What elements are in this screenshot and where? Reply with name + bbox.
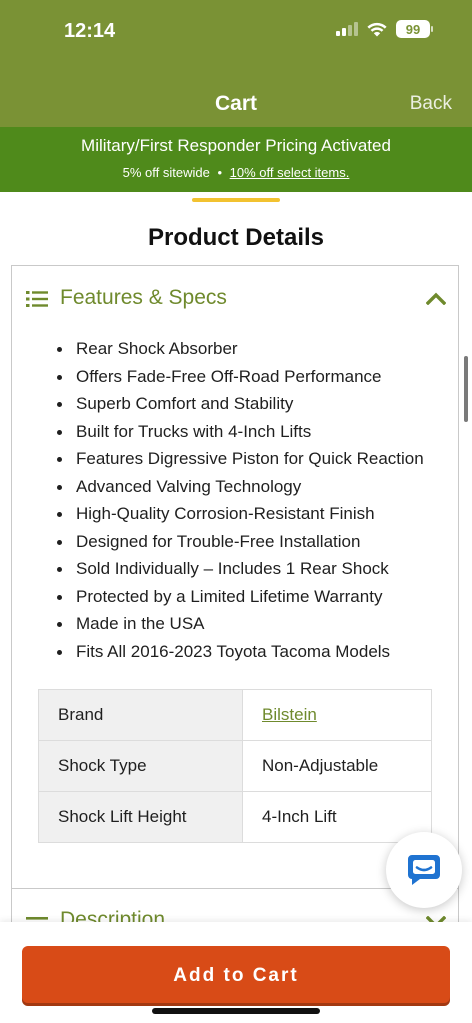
- status-icons: 99: [336, 20, 433, 38]
- features-list: Rear Shock Absorber Offers Fade-Free Off…: [57, 335, 424, 666]
- list-item: Made in the USA: [57, 610, 424, 638]
- wifi-icon: [367, 22, 387, 37]
- features-header-label: Features & Specs: [60, 286, 227, 309]
- add-to-cart-button[interactable]: Add to Cart: [22, 946, 450, 1006]
- promo-subtitle: 5% off sitewide • 10% off select items.: [0, 165, 472, 180]
- spec-label: Shock Lift Height: [38, 791, 243, 843]
- list-item: Rear Shock Absorber: [57, 335, 424, 363]
- brand-link[interactable]: Bilstein: [242, 689, 432, 741]
- tab-indicator: [192, 198, 280, 202]
- list-item: Features Digressive Piston for Quick Rea…: [57, 445, 424, 473]
- chat-button[interactable]: [386, 832, 462, 908]
- bottom-bar: Add to Cart: [0, 922, 472, 1023]
- specs-table: Brand Bilstein Shock Type Non-Adjustable…: [38, 689, 432, 843]
- list-item: Advanced Valving Technology: [57, 473, 424, 501]
- home-indicator[interactable]: [152, 1008, 320, 1014]
- promo-sitewide: 5% off sitewide: [122, 165, 210, 180]
- list-item: Superb Comfort and Stability: [57, 390, 424, 418]
- chevron-up-icon[interactable]: [426, 292, 446, 305]
- top-bar: 12:14 99 Cart Back: [0, 0, 472, 127]
- features-accordion-header[interactable]: Features & Specs: [12, 266, 458, 330]
- list-item: Sold Individually – Includes 1 Rear Shoc…: [57, 555, 424, 583]
- list-item: Built for Trucks with 4-Inch Lifts: [57, 418, 424, 446]
- list-item: Protected by a Limited Lifetime Warranty: [57, 583, 424, 611]
- scrollbar[interactable]: [464, 356, 468, 422]
- spec-label: Shock Type: [38, 740, 243, 792]
- promo-banner: Military/First Responder Pricing Activat…: [0, 127, 472, 192]
- list-icon: [26, 291, 48, 307]
- chat-bubble-icon: [408, 855, 440, 885]
- table-row: Brand Bilstein: [38, 689, 432, 741]
- list-item: High-Quality Corrosion-Resistant Finish: [57, 500, 424, 528]
- list-item: Offers Fade-Free Off-Road Performance: [57, 363, 424, 391]
- list-item: Fits All 2016-2023 Toyota Tacoma Models: [57, 638, 424, 666]
- cellular-signal-icon: [336, 22, 358, 36]
- spec-label: Brand: [38, 689, 243, 741]
- table-row: Shock Lift Height 4-Inch Lift: [38, 791, 432, 843]
- product-details-card: Features & Specs Rear Shock Absorber Off…: [11, 265, 459, 1023]
- back-button[interactable]: Back: [410, 93, 452, 115]
- table-row: Shock Type Non-Adjustable: [38, 740, 432, 792]
- battery-icon: 99: [396, 20, 433, 38]
- section-title: Product Details: [147, 224, 325, 251]
- promo-title: Military/First Responder Pricing Activat…: [81, 136, 391, 155]
- promo-select-items-link[interactable]: 10% off select items.: [230, 165, 350, 180]
- promo-separator: •: [217, 165, 223, 180]
- spec-value: 4-Inch Lift: [242, 791, 432, 843]
- status-time: 12:14: [64, 20, 116, 42]
- spec-value: Non-Adjustable: [242, 740, 432, 792]
- nav-title: Cart: [214, 92, 257, 115]
- list-item: Designed for Trouble-Free Installation: [57, 528, 424, 556]
